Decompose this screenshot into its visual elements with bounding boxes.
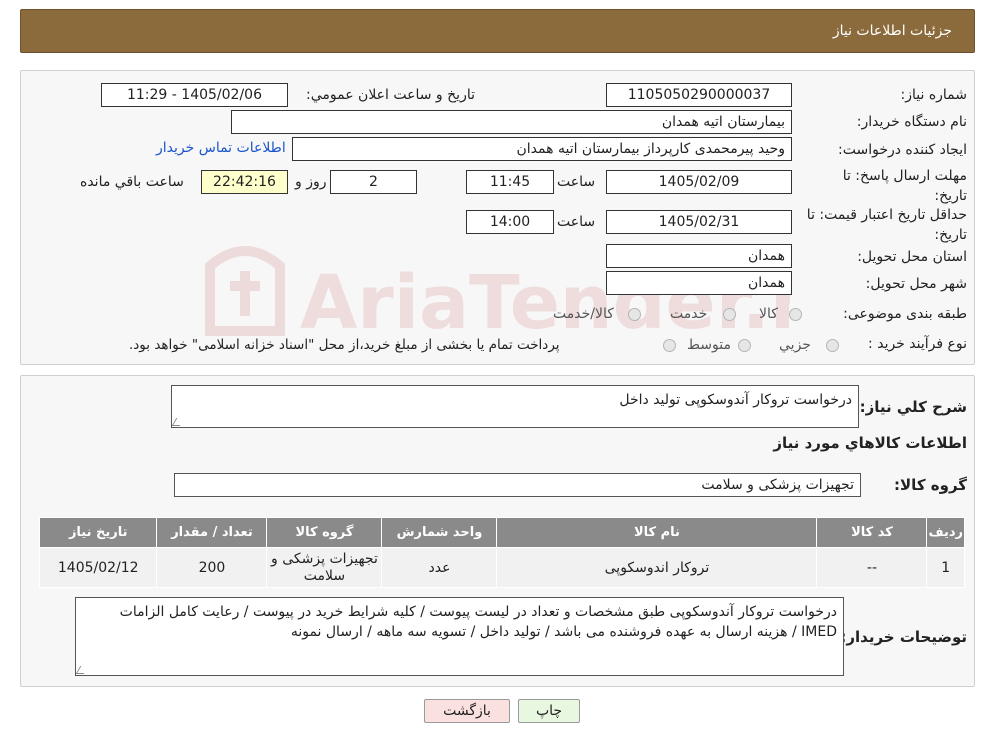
validity-time-label: ساعت (557, 214, 596, 230)
cell-date: 1405/02/12 (38, 547, 158, 588)
col-quantity-header: تعداد / مقدار (156, 517, 268, 548)
category-option-goods-service: کالا/خدمت (553, 306, 614, 322)
category-label: طبقه بندی موضوعی: (843, 306, 967, 322)
page-header: جزئیات اطلاعات نیاز (20, 9, 975, 53)
summary-label: شرح كلي نياز: (859, 398, 967, 416)
buyer-notes-text: درخواست تروکار آندوسکوپی طبق مشخصات و تع… (119, 604, 837, 640)
validity-time-field: 14:00 (466, 210, 554, 234)
col-date-header: تاريخ نياز (38, 517, 158, 548)
city-field: همدان (606, 271, 792, 295)
page-title: جزئیات اطلاعات نیاز (832, 23, 952, 39)
goods-group-field: تجهیزات پزشکی و سلامت (174, 473, 861, 497)
print-button[interactable]: چاپ (518, 699, 580, 723)
deadline-date-field: 1405/02/09 (606, 170, 792, 194)
cell-group: تجهیزات پزشکی و سلامت (266, 547, 383, 588)
category-radio-goods-service[interactable] (628, 308, 641, 321)
city-label: شهر محل تحويل: (865, 276, 967, 292)
col-unit-header: واحد شمارش (381, 517, 498, 548)
announce-label: تاريخ و ساعت اعلان عمومي: (306, 87, 475, 103)
province-field: همدان (606, 244, 792, 268)
col-row-header: رديف (926, 517, 965, 548)
remaining-time-field: 22:42:16 (201, 170, 288, 194)
cell-name: تروکار اندوسکوپی (496, 547, 818, 588)
cell-code: -- (816, 547, 928, 588)
category-radio-service[interactable] (723, 308, 736, 321)
process-note: پرداخت تمام يا بخشی از مبلغ خريد،از محل … (129, 337, 560, 353)
goods-info-title: اطلاعات كالاهاي مورد نياز (773, 434, 967, 452)
col-code-header: كد كالا (816, 517, 928, 548)
cell-quantity: 200 (156, 547, 268, 588)
validity-date-field: 1405/02/31 (606, 210, 792, 234)
goods-group-label: گروه كالا: (894, 476, 967, 494)
summary-textarea[interactable]: درخواست تروکار آندوسکوپی تولید داخل (171, 385, 859, 428)
need-number-field: 1105050290000037 (606, 83, 792, 107)
creator-field: وحید پیرمحمدی کارپرداز بیمارستان اتیه هم… (292, 137, 792, 161)
cell-row: 1 (926, 547, 965, 588)
buyer-org-label: نام دستگاه خريدار: (856, 114, 967, 130)
category-radio-goods[interactable] (789, 308, 802, 321)
announce-field: 1405/02/06 - 11:29 (101, 83, 288, 107)
cell-unit: عدد (381, 547, 498, 588)
process-radio-minor[interactable] (826, 339, 839, 352)
days-field: 2 (330, 170, 417, 194)
table-header-row: رديف كد كالا نام كالا واحد شمارش گروه كا… (38, 517, 965, 548)
col-group-header: گروه كالا (266, 517, 383, 548)
category-option-goods: کالا (759, 306, 778, 322)
category-option-service: خدمت (670, 306, 708, 322)
province-label: استان محل تحويل: (857, 249, 967, 265)
resize-handle-icon[interactable] (75, 666, 89, 674)
deadline-time-field: 11:45 (466, 170, 554, 194)
process-option-minor: جزيي (779, 337, 811, 353)
process-option-medium: متوسط (687, 337, 731, 353)
process-label: نوع فرآيند خريد : (868, 336, 967, 352)
days-label: روز و (295, 174, 327, 190)
buyer-org-field: بیمارستان اتیه همدان (231, 110, 792, 134)
creator-label: ايجاد کننده درخواست: (838, 142, 967, 158)
back-button[interactable]: بازگشت (424, 699, 510, 723)
deadline-time-label: ساعت (557, 174, 596, 190)
items-table: رديف كد كالا نام كالا واحد شمارش گروه كا… (38, 517, 965, 588)
col-name-header: نام كالا (496, 517, 818, 548)
process-radio-medium[interactable] (738, 339, 751, 352)
resize-handle-icon[interactable] (171, 418, 185, 426)
buyer-notes-label: توضيحات خريدار: (840, 628, 967, 646)
process-radio-treasury[interactable] (663, 339, 676, 352)
remaining-time-label: ساعت باقي مانده (80, 174, 184, 190)
table-row: 1 -- تروکار اندوسکوپی عدد تجهیزات پزشکی … (38, 547, 965, 588)
summary-text: درخواست تروکار آندوسکوپی تولید داخل (619, 392, 852, 408)
validity-label: حداقل تاريخ اعتبار قيمت: تا تاريخ: (806, 207, 967, 243)
buyer-contact-link[interactable]: اطلاعات تماس خریدار (156, 140, 286, 156)
buyer-notes-textarea[interactable]: درخواست تروکار آندوسکوپی طبق مشخصات و تع… (75, 597, 844, 676)
deadline-label: مهلت ارسال پاسخ: تا تاريخ: (842, 168, 967, 204)
need-number-label: شماره نیاز: (900, 87, 968, 103)
